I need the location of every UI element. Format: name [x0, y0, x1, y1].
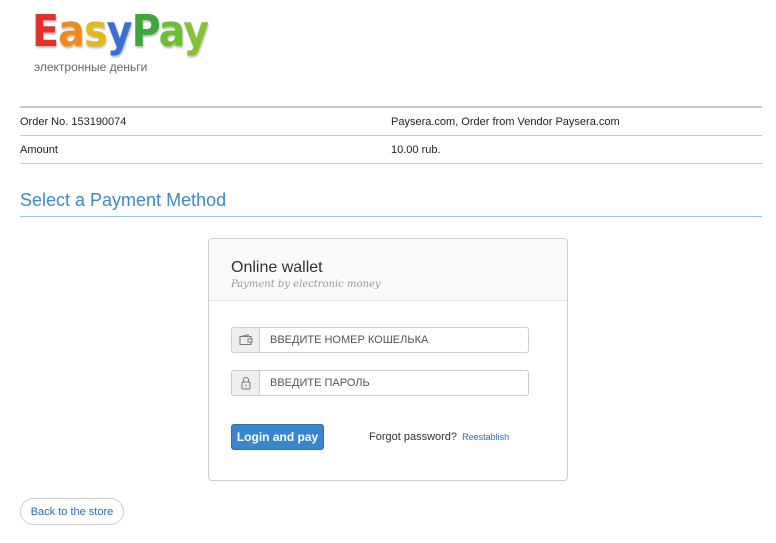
logo-letter: E [32, 6, 59, 57]
logo-letter: s [83, 6, 108, 57]
card-header: Online wallet Payment by electronic mone… [209, 239, 567, 301]
forgot-password: Forgot password? Reestablish [369, 431, 509, 443]
card-title: Online wallet [231, 259, 323, 276]
order-info-table: Order No. 153190074 Paysera.com, Order f… [20, 106, 762, 164]
logo-letter: P [131, 6, 160, 57]
easypay-logo: EasyPay электронные деньги [32, 6, 228, 75]
logo-letter: a [58, 6, 85, 57]
back-to-store-button[interactable]: Back to the store [20, 498, 124, 525]
section-title: Select a Payment Method [20, 190, 762, 217]
logo-subtitle: электронные деньги [34, 60, 148, 74]
wallet-icon [232, 328, 260, 352]
logo-letter: a [158, 6, 185, 57]
forgot-password-text: Forgot password? [369, 431, 458, 443]
table-row: Order No. 153190074 Paysera.com, Order f… [20, 107, 762, 136]
online-wallet-card: Online wallet Payment by electronic mone… [208, 238, 568, 481]
card-subtitle: Payment by electronic money [231, 279, 381, 290]
wallet-number-field [231, 327, 529, 353]
lock-icon [232, 371, 260, 395]
order-number-label: Order No. 153190074 [20, 107, 391, 136]
logo-letter: y [183, 6, 209, 57]
logo-wordmark: EasyPay [32, 6, 209, 57]
logo-letter: y [106, 6, 133, 57]
order-description-value: Paysera.com, Order from Vendor Paysera.c… [391, 107, 762, 136]
table-row: Amount 10.00 rub. [20, 135, 762, 164]
amount-value: 10.00 rub. [391, 135, 762, 164]
login-and-pay-button[interactable]: Login and pay [231, 424, 324, 450]
amount-label: Amount [20, 135, 391, 164]
reestablish-link[interactable]: Reestablish [462, 432, 509, 442]
wallet-number-input[interactable] [260, 328, 528, 352]
password-field [231, 370, 529, 396]
password-input[interactable] [260, 371, 528, 395]
